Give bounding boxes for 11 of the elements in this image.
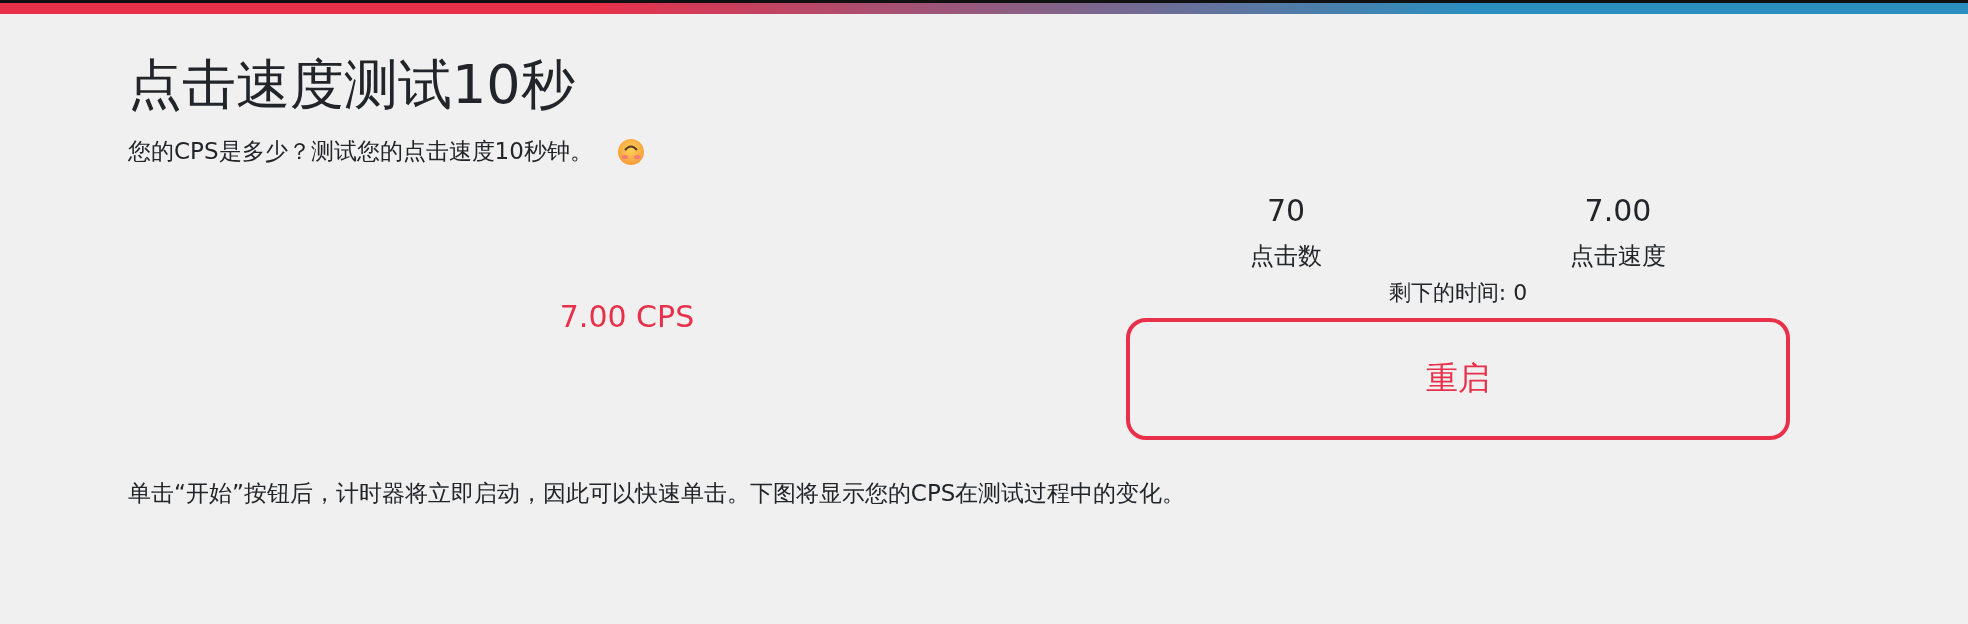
cps-result: 7.00 CPS — [559, 299, 695, 334]
subtitle: 您的CPS是多少？测试您的点击速度10秒钟。 — [128, 137, 593, 166]
emoji-icon — [616, 137, 645, 166]
stat-label: 点击数 — [1250, 241, 1322, 272]
stat-label: 点击速度 — [1570, 241, 1666, 272]
stat-value: 70 — [1266, 193, 1306, 228]
stat-value: 7.00 — [1584, 193, 1652, 228]
time-remaining: 剩下的时间: 0 — [1388, 279, 1528, 307]
page-title: 点击速度测试10秒 — [128, 52, 576, 118]
restart-button[interactable]: 重启 — [1126, 318, 1790, 440]
description: 单击“开始”按钮后，计时器将立即启动，因此可以快速单击。下图将显示您的CPS在测试过程中的变化。 — [128, 479, 1187, 508]
